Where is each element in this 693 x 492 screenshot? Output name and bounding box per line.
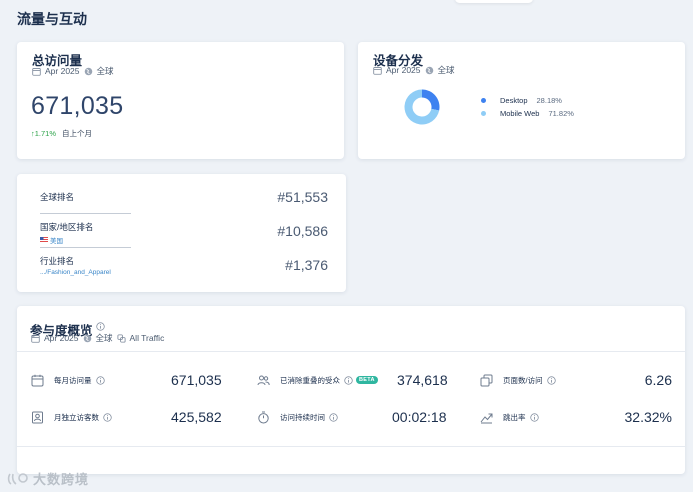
rank-card: 全球排名 #51,553 国家/地区排名 美国 #10,586 行业排名 ...… — [17, 174, 346, 292]
period-label: Apr 2025 — [386, 65, 421, 75]
metric-label: 页面数/访问 — [503, 375, 543, 385]
divider — [17, 351, 685, 352]
traffic-source-icon — [117, 333, 126, 343]
country-rank-row: 国家/地区排名 美国 #10,586 — [40, 221, 328, 245]
industry-rank-row: 行业排名 .../Fashion_and_Apparel #1,376 — [40, 255, 328, 276]
info-icon[interactable] — [546, 375, 556, 385]
us-flag-icon — [40, 237, 48, 243]
divider — [40, 247, 131, 248]
metric-label: 跳出率 — [503, 412, 526, 422]
device-legend: Desktop 28.18% Mobile Web 71.82% — [481, 94, 574, 120]
country-name: 美国 — [50, 238, 63, 245]
top-tab-handle — [455, 0, 533, 3]
info-icon[interactable] — [344, 375, 353, 385]
info-icon[interactable] — [95, 375, 105, 385]
globe-icon — [83, 334, 91, 342]
unique-visitors-metric: 月独立访客数 425,582 — [31, 408, 222, 426]
card-meta: Apr 2025 全球 All Traffic — [31, 332, 164, 344]
device-distribution-card: 设备分发 Apr 2025 全球 Desktop 28.18% Mobile W… — [358, 42, 685, 159]
watermark-text: 大数跨境 — [33, 472, 90, 487]
card-meta: Apr 2025 全球 — [373, 64, 455, 76]
divider — [17, 446, 685, 447]
beta-badge: BETA — [356, 376, 378, 384]
legend-dot — [481, 98, 486, 103]
region-label: 全球 — [437, 65, 455, 75]
stopwatch-icon — [258, 411, 269, 423]
legend-value: 28.18% — [536, 96, 562, 105]
watermark-logo-icon — [7, 472, 28, 485]
info-icon[interactable] — [103, 412, 112, 422]
metric-label: 月独立访客数 — [54, 412, 99, 422]
bounce-arrow-icon — [480, 413, 493, 423]
pages-per-visit-metric: 页面数/访问 6.26 — [480, 371, 672, 389]
metric-label: 每月访问量 — [54, 375, 92, 385]
metric-value: 00:02:18 — [392, 409, 447, 425]
monthly-visits-metric: 每月访问量 671,035 — [31, 371, 222, 389]
metric-value: 425,582 — [171, 409, 222, 425]
device-donut-chart[interactable] — [404, 89, 440, 125]
legend-item-desktop[interactable]: Desktop 28.18% — [481, 94, 574, 107]
bounce-rate-metric: 跳出率 32.32% — [480, 408, 672, 426]
visit-duration-metric: 访问持续时间 00:02:18 — [257, 408, 447, 426]
global-rank-value: #51,553 — [277, 189, 328, 205]
calendar-icon — [373, 66, 382, 75]
metric-label: 已消除重叠的受众 — [280, 375, 340, 385]
metric-label: 访问持续时间 — [280, 412, 325, 422]
card-meta: Apr 2025 全球 — [32, 65, 114, 77]
legend-item-mobile-web[interactable]: Mobile Web 71.82% — [481, 107, 574, 120]
metric-value: 374,618 — [397, 372, 448, 388]
legend-label: Mobile Web — [500, 109, 540, 118]
change-compare-label: 自上个月 — [62, 129, 93, 138]
pages-icon — [480, 374, 493, 386]
engagement-overview-card: 参与度概览 Apr 2025 全球 All Traffic 每月访问量 671,… — [17, 306, 685, 474]
donut-slice-desktop[interactable] — [422, 89, 440, 111]
id-badge-icon — [32, 411, 43, 423]
country-rank-value: #10,586 — [277, 223, 328, 239]
region-label: 全球 — [95, 333, 113, 343]
info-icon[interactable] — [95, 322, 105, 331]
dedup-audience-metric: 已消除重叠的受众 BETA 374,618 — [257, 371, 448, 389]
period-label: Apr 2025 — [44, 333, 79, 343]
period-label: Apr 2025 — [45, 66, 80, 76]
total-visits-value: 671,035 — [31, 92, 124, 120]
metric-value: 671,035 — [171, 372, 222, 388]
change-value: ↑1.71% — [31, 129, 57, 138]
page-title: 流量与互动 — [17, 11, 87, 27]
calendar-icon — [32, 67, 41, 76]
total-visits-card: 总访问量 Apr 2025 全球 671,035 ↑1.71% 自上个月 — [17, 42, 344, 159]
calendar-icon — [31, 334, 40, 343]
divider — [40, 213, 131, 214]
users-icon — [257, 375, 270, 385]
legend-label: Desktop — [500, 96, 528, 105]
region-label: 全球 — [96, 66, 114, 76]
globe-icon — [84, 67, 92, 75]
metric-value: 6.26 — [644, 372, 672, 388]
globe-icon — [425, 66, 433, 74]
change-indicator: ↑1.71% 自上个月 — [31, 128, 92, 139]
industry-rank-value: #1,376 — [285, 257, 328, 273]
metric-value: 32.32% — [624, 409, 672, 425]
info-icon[interactable] — [329, 412, 338, 422]
calendar-icon — [31, 374, 44, 386]
traffic-label: All Traffic — [129, 333, 165, 343]
global-rank-row: 全球排名 #51,553 — [40, 189, 328, 205]
info-icon[interactable] — [529, 412, 539, 422]
watermark: 大数跨境 — [7, 469, 89, 488]
legend-dot — [481, 111, 486, 116]
legend-value: 71.82% — [548, 109, 574, 118]
